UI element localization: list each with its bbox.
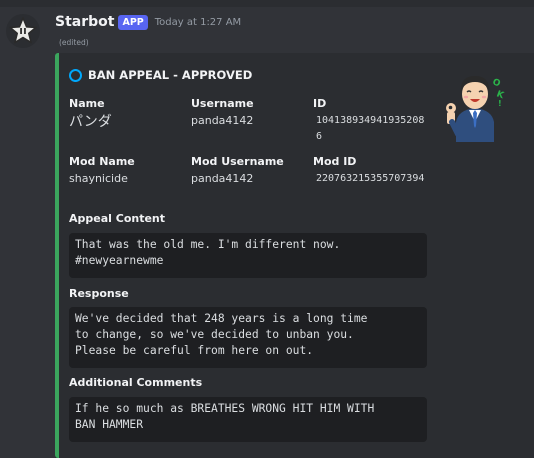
field-name-label: Name (69, 97, 105, 110)
ok-gesture-thumbnail[interactable]: O K ! (442, 64, 507, 142)
author-name[interactable]: Starbot (55, 14, 114, 30)
additional-comments-codeblock: If he so much as BREATHES WRONG HIT HIM … (69, 397, 427, 442)
field-response-label: Response (69, 287, 129, 300)
field-name-value: パンダ (69, 114, 112, 130)
field-username-label: Username (191, 97, 254, 110)
field-additional-comments-label: Additional Comments (69, 376, 203, 389)
field-mod-name-value: shaynicide (69, 172, 128, 185)
field-mod-id-label: Mod ID (313, 155, 357, 168)
field-mod-username-value: panda4142 (191, 172, 254, 185)
field-name: Name パンダ (69, 97, 112, 131)
field-mod-username: Mod Username panda4142 (191, 155, 284, 185)
svg-text:!: ! (498, 99, 502, 108)
field-id-label: ID (313, 97, 327, 110)
field-appeal-content-label: Appeal Content (69, 212, 166, 225)
field-mod-name: Mod Name shaynicide (69, 155, 135, 185)
circle-icon (69, 68, 82, 82)
star-icon (9, 17, 37, 44)
field-mod-username-label: Mod Username (191, 155, 284, 168)
bot-avatar[interactable] (6, 14, 40, 48)
field-id-value: 1041389349419352086 (316, 115, 425, 142)
field-mod-name-label: Mod Name (69, 155, 135, 168)
embed-title-text: BAN APPEAL - APPROVED (88, 68, 253, 82)
app-badge: APP (118, 14, 148, 30)
field-mod-id-value: 220763215355707394 (316, 173, 425, 184)
field-mod-id: Mod ID 220763215355707394 (313, 155, 428, 187)
message-header: Starbot APP Today at 1:27 AM (55, 12, 241, 32)
field-username: Username panda4142 (191, 97, 254, 127)
embed-title: BAN APPEAL - APPROVED (69, 68, 252, 82)
embed-accent-bar (55, 53, 59, 458)
appeal-content-codeblock: That was the old me. I'm different now. … (69, 233, 427, 278)
field-username-value: panda4142 (191, 114, 254, 127)
response-codeblock: We've decided that 248 years is a long t… (69, 307, 427, 368)
edited-label: (edited) (59, 38, 89, 47)
embed-card: BAN APPEAL - APPROVED O K ! Name パンダ Use… (55, 53, 534, 458)
field-id: ID 1041389349419352086 (313, 97, 428, 145)
top-strip (0, 0, 534, 7)
message-timestamp[interactable]: Today at 1:27 AM (155, 17, 241, 28)
svg-text:O: O (491, 77, 502, 89)
